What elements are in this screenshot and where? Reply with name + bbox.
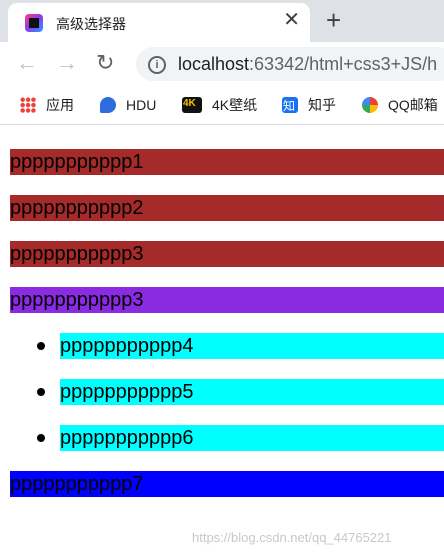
- list-item-text: ppppppppppp4: [60, 333, 444, 359]
- site-info-icon[interactable]: i: [148, 56, 166, 74]
- new-tab-button[interactable]: +: [326, 6, 341, 34]
- page-content: ppppppppppp1 ppppppppppp2 ppppppppppp3 p…: [0, 125, 444, 557]
- bookmark-label: 知乎: [308, 97, 336, 113]
- browser-toolbar: ← → ↻ i localhost:63342/html+css3+JS/h: [0, 42, 444, 86]
- url-path: :63342/html+css3+JS/h: [249, 54, 438, 74]
- tab-strip: 高级选择器 ✕ +: [0, 0, 444, 42]
- bookmark-zhihu[interactable]: 知乎: [282, 95, 336, 115]
- 4k-icon: [182, 97, 202, 113]
- bookmark-label: 4K壁纸: [212, 97, 258, 113]
- list-item-text: ppppppppppp6: [60, 425, 444, 451]
- bookmarks-bar: 应用 HDU 4K壁纸 知乎 QQ邮箱: [0, 86, 444, 125]
- bookmark-hdu[interactable]: HDU: [100, 95, 156, 115]
- bullet-icon: [37, 342, 45, 350]
- webstorm-favicon-icon: [25, 14, 43, 32]
- bookmark-label: HDU: [126, 97, 157, 113]
- paragraph-2: ppppppppppp2: [10, 195, 444, 221]
- hdu-icon: [100, 97, 116, 113]
- list-item: ppppppppppp6: [0, 425, 444, 451]
- address-bar[interactable]: i localhost:63342/html+css3+JS/h: [136, 47, 444, 81]
- list-item: ppppppppppp5: [0, 379, 444, 405]
- paragraph-3: ppppppppppp3: [10, 241, 444, 267]
- url-text[interactable]: localhost:63342/html+css3+JS/h: [178, 54, 437, 75]
- url-host: localhost: [178, 54, 250, 74]
- back-arrow-icon[interactable]: ←: [16, 51, 38, 75]
- bullet-icon: [37, 388, 45, 396]
- bookmark-apps[interactable]: 应用: [20, 95, 74, 115]
- watermark: https://blog.csdn.net/qq_44765221: [192, 530, 392, 545]
- reload-icon[interactable]: ↻: [96, 51, 114, 75]
- bookmark-4k-wallpaper[interactable]: 4K壁纸: [182, 95, 257, 115]
- div-3: ppppppppppp3: [10, 287, 444, 313]
- apps-grid-icon: [20, 97, 36, 113]
- bookmark-label: QQ邮箱: [388, 97, 438, 113]
- close-tab-icon[interactable]: ✕: [283, 10, 300, 30]
- forward-arrow-icon[interactable]: →: [56, 51, 78, 75]
- bookmark-qq-mail[interactable]: QQ邮箱: [362, 95, 438, 115]
- zhihu-icon: [282, 97, 298, 114]
- list-item-text: ppppppppppp5: [60, 379, 444, 405]
- qq-mail-icon: [362, 97, 378, 113]
- paragraph-7: ppppppppppp7: [10, 471, 444, 497]
- bookmark-label: 应用: [46, 97, 74, 113]
- bullet-icon: [37, 434, 45, 442]
- paragraph-1: ppppppppppp1: [10, 149, 444, 175]
- list-item: ppppppppppp4: [0, 333, 444, 359]
- tab-title: 高级选择器: [56, 16, 126, 32]
- browser-tab[interactable]: 高级选择器 ✕: [8, 3, 310, 42]
